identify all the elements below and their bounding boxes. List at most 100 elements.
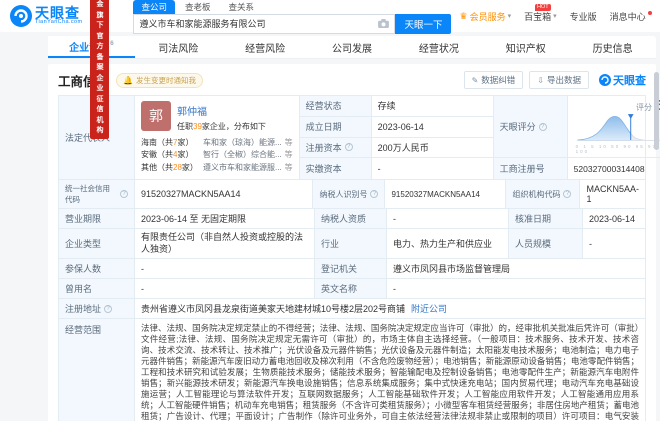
watermark-text: 天眼查 (613, 75, 646, 87)
tianyancha-logo[interactable]: 天眼查 TianYanCha.com (10, 5, 82, 27)
table-row: 企业类型 有限责任公司（非自然人投资或控股的法人独资） 行业 电力、热力生产和供… (59, 229, 645, 260)
term-label: 营业期限 (59, 209, 135, 228)
band-labels-right: 天眼评分? 工商注册号 (493, 96, 568, 179)
menu-pro-label: 专业版 (569, 11, 597, 22)
table-row: 统一社会信用代码? 91520327MACKN5AA14 纳税人识别号? 915… (59, 180, 645, 209)
est-date-label: 成立日期 (299, 116, 372, 138)
taxpayer-id-value: 91520327MACKN5AA14 (385, 180, 507, 208)
tab-label: 经营状况 (418, 43, 459, 55)
staff-size-label: 人员规模 (509, 229, 583, 259)
top-bar: 天眼查 TianYanCha.com 国家中小企业发展子基金旗下 官方备案企业征… (0, 0, 660, 139)
address-value: 贵州省遵义市凤冈县龙泉街道美家天地建材城10号楼2层202号商铺 附近公司 (135, 299, 645, 318)
gov-badge-line1: 国家中小企业发展子基金旗下 (96, 1, 104, 30)
company-link[interactable]: 车和家（琼海）能源... (203, 137, 282, 149)
list-item: 海南（共7家） 车和家（琼海）能源... 等 (141, 137, 293, 149)
export-label: 导出数据 (546, 75, 581, 85)
etc-link[interactable]: 等 (285, 149, 293, 161)
company-link[interactable]: 智行（全椒）综合能... (203, 149, 282, 161)
gov-badge-line2: 官方备案企业征信机构 (96, 32, 104, 135)
status-value: 存续 (371, 96, 494, 117)
export-data-button[interactable]: ⇩ 导出数据 (529, 71, 589, 89)
section-header: 工商信息 🔔 发生变更时通知我 ✎ 数据纠错 ⇩ 导出数据 天眼查 (58, 70, 646, 90)
tab-company-development[interactable]: 公司发展 (309, 36, 396, 58)
avatar[interactable]: 郭 (141, 101, 171, 131)
hot-badge: HOT (535, 3, 551, 12)
est-date-value: 2023-06-14 (371, 116, 494, 138)
menu-toolbox[interactable]: HOT 百宝箱 ▾ (524, 3, 557, 23)
etc-link[interactable]: 等 (285, 162, 293, 174)
taxpayer-quality-value: - (387, 209, 509, 228)
etc-link[interactable]: 等 (285, 137, 293, 149)
business-info-table: 法定代表人 郭 郭仲福 任职39家企业，分布如下 海南（共7家） 车和家（琼海）… (58, 95, 660, 421)
notification-dot (647, 11, 652, 15)
search-button[interactable]: 天眼一下 (395, 13, 452, 34)
tab-label: 公司发展 (332, 43, 372, 55)
tab-label: 知识产权 (505, 43, 546, 55)
info-icon[interactable]: ? (344, 143, 353, 152)
tab-intellectual-property[interactable]: 知识产权 (482, 36, 569, 58)
staff-size-value: - (589, 238, 592, 249)
company-count: 39 (193, 122, 202, 131)
taxpayer-id-label: 纳税人识别号? (313, 180, 386, 208)
info-icon[interactable]: ? (120, 190, 128, 198)
tab-operational-risk[interactable]: 经营风险 (222, 36, 309, 58)
menu-pro[interactable]: 专业版 (570, 10, 597, 23)
company-link[interactable]: 遵义市车和家能源服... (203, 162, 282, 174)
distribution-list: 海南（共7家） 车和家（琼海）能源... 等 安徽（共4家） 智行（全椒）综合能… (141, 137, 293, 174)
edit-icon: ✎ (471, 75, 479, 85)
reg-authority-label: 登记机关 (315, 259, 387, 279)
search-input[interactable] (139, 18, 375, 29)
legal-rep-role: 任职39家企业，分布如下 (177, 121, 266, 132)
download-icon: ⇩ (537, 75, 544, 85)
watermark-logo: 天眼查 (599, 72, 646, 88)
address-text: 贵州省遵义市凤冈县龙泉街道美家天地建材城10号楼2层202号商铺 (141, 304, 406, 315)
search-tab-boss[interactable]: 查老板 (177, 0, 219, 14)
reg-authority-value: 遵义市凤冈县市场监督管理局 (393, 264, 511, 275)
band-values: 存续 2023-06-14 200万人民币 - (371, 96, 494, 179)
change-notify-badge[interactable]: 🔔 发生变更时通知我 (116, 72, 203, 88)
logo-en: TianYanCha.com (35, 19, 83, 26)
nearby-companies-link[interactable]: 附近公司 (411, 302, 447, 315)
english-name-value: - (393, 283, 396, 294)
legal-rep-name-link[interactable]: 郭仲福 (177, 107, 207, 118)
region: 安徽（共4家） (141, 150, 194, 160)
reg-number-value: 520327000314408 (573, 163, 645, 174)
tab-history-info[interactable]: 历史信息 (569, 36, 656, 58)
info-icon[interactable]: ? (370, 190, 379, 198)
chevron-down-icon: ▾ (553, 13, 557, 20)
term-value: 2023-06-14 至 无固定期限 (135, 209, 315, 228)
bell-icon: 🔔 (123, 75, 133, 85)
data-correction-label: 数据纠错 (481, 75, 516, 85)
search-tab-company[interactable]: 查公司 (133, 0, 175, 14)
tab-judicial-risk[interactable]: 司法风险 (135, 36, 222, 58)
business-scope-value: 法律、法规、国务院决定规定禁止的不得经营；法律、法规、国务院决定规定应当许可（审… (141, 323, 639, 421)
score-curve-chart (577, 114, 660, 142)
search-input-box (133, 13, 396, 34)
approve-date-label: 核准日期 (509, 209, 583, 228)
menu-toolbox-label: 百宝箱 (524, 11, 552, 22)
menu-messages[interactable]: 消息中心 (610, 10, 652, 23)
score-caption: 评分 (635, 103, 652, 112)
tab-label: 历史信息 (592, 43, 633, 55)
legal-rep-block: 郭 郭仲福 任职39家企业，分布如下 海南（共7家） 车和家（琼海）能源... (135, 96, 300, 179)
tab-operating-status[interactable]: 经营状况 (395, 36, 482, 58)
search-tab-relation[interactable]: 查关系 (221, 0, 263, 14)
table-row: 参保人数 - 登记机关 遵义市凤冈县市场监督管理局 (59, 259, 645, 280)
crown-icon: ♛ (459, 10, 468, 21)
reg-number-label: 工商注册号 (494, 158, 568, 179)
table-row: 营业期限 2023-06-14 至 无固定期限 纳税人资质 - 核准日期 202… (59, 209, 645, 229)
info-icon[interactable]: ? (104, 304, 113, 313)
score-chart[interactable]: 评分 61 (567, 96, 660, 158)
insured-value: - (135, 259, 315, 279)
info-icon[interactable]: ? (538, 122, 547, 131)
data-correction-button[interactable]: ✎ 数据纠错 (463, 71, 524, 89)
company-type-value: 有限责任公司（非自然人投资或控股的法人独资） (135, 229, 315, 259)
menu-vip[interactable]: ♛ 会员服务 ▾ (459, 10, 511, 23)
logo-text: 天眼查 TianYanCha.com (35, 6, 82, 26)
list-item: 安徽（共4家） 智行（全椒）综合能... 等 (141, 149, 293, 161)
page-scrollbar[interactable] (654, 72, 659, 150)
legal-rep-name-line: 郭仲福 (177, 103, 266, 118)
info-icon[interactable]: ? (563, 190, 572, 198)
search-area: 查公司 查老板 查关系 天眼一下 (133, 0, 452, 34)
camera-icon[interactable] (378, 19, 390, 28)
